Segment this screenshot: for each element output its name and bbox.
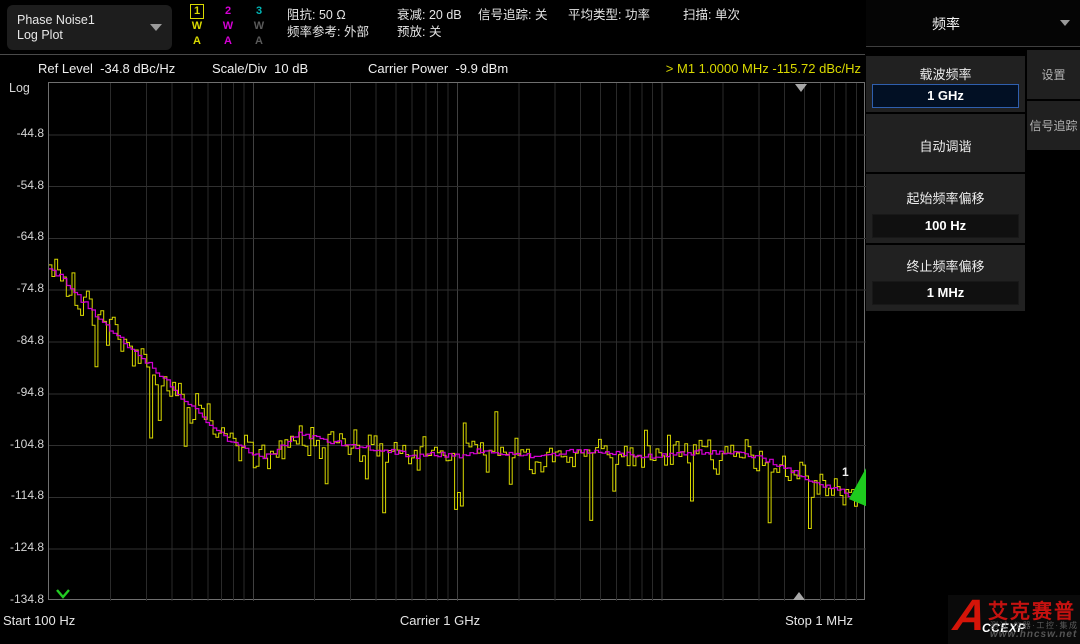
auto-tune-button[interactable]: 自动调谐 bbox=[866, 114, 1025, 172]
side-panel-header[interactable]: 频率 bbox=[866, 0, 1080, 47]
chevron-down-icon bbox=[150, 24, 162, 31]
svg-text:1: 1 bbox=[842, 465, 849, 479]
trace-3-number: 3 bbox=[256, 4, 262, 19]
trace-1-number: 1 bbox=[190, 4, 204, 19]
trace-2-average: A bbox=[224, 34, 232, 49]
y-tick-label: -54.8 bbox=[0, 178, 44, 192]
trace-2-indicator[interactable]: 2 W A bbox=[219, 4, 237, 49]
trace-2-detector: W bbox=[223, 19, 233, 34]
carrier-power-label: Carrier Power -9.9 dBm bbox=[368, 61, 508, 76]
stop-offset-label: 终止频率偏移 bbox=[866, 256, 1025, 275]
app-window: Phase Noise1 Log Plot 1 W A 2 W A 3 W A bbox=[0, 0, 1080, 644]
logo-url: www.hncsw.net bbox=[990, 629, 1077, 640]
plot-canvas: 1 bbox=[49, 83, 866, 601]
accexp-logo: A 艾克赛普 CCEXP 测试·仪器·工控·集成 www.hncsw.net bbox=[948, 595, 1080, 644]
auto-tune-label: 自动调谐 bbox=[866, 136, 1025, 155]
tab-signal-tracking[interactable]: 信号追踪 bbox=[1027, 101, 1080, 150]
trace-1-indicator[interactable]: 1 W A bbox=[188, 4, 206, 49]
setting-impedance: 阻抗: 50 Ω频率参考: 外部 bbox=[287, 7, 369, 41]
ref-level-label: Ref Level -34.8 dBc/Hz bbox=[38, 61, 175, 76]
marker-indicator-bottom-icon bbox=[793, 592, 805, 600]
tab-settings[interactable]: 设置 bbox=[1027, 50, 1080, 99]
trace-2-number: 2 bbox=[225, 4, 231, 19]
y-tick-label: -44.8 bbox=[0, 126, 44, 140]
y-tick-label: -134.8 bbox=[0, 592, 44, 606]
y-tick-label: -64.8 bbox=[0, 229, 44, 243]
scale-div-value: 10 dB bbox=[274, 61, 308, 76]
carrier-frequency-label: 载波频率 bbox=[866, 64, 1025, 83]
top-bar: Phase Noise1 Log Plot 1 W A 2 W A 3 W A bbox=[0, 0, 865, 55]
start-offset-field[interactable]: 100 Hz bbox=[872, 214, 1019, 238]
plot-header: Ref Level -34.8 dBc/Hz Scale/Div 10 dB C… bbox=[0, 61, 865, 80]
trace-1-average: A bbox=[193, 34, 201, 49]
measurement-mode: Log Plot bbox=[17, 28, 95, 43]
side-panel-title: 频率 bbox=[866, 14, 1026, 34]
x-carrier-label: Carrier 1 GHz bbox=[330, 613, 550, 628]
y-axis-ticks: -44.8 -54.8 -64.8 -74.8 -84.8 -94.8 -104.8 -114… bbox=[0, 82, 44, 600]
trace-3-average: A bbox=[255, 34, 263, 49]
plot-area: 1 bbox=[48, 82, 865, 600]
y-tick-label: -124.8 bbox=[0, 540, 44, 554]
start-offset-label: 起始频率偏移 bbox=[866, 188, 1025, 207]
ref-level-value: -34.8 dBc/Hz bbox=[100, 61, 175, 76]
trace-3-detector: W bbox=[254, 19, 264, 34]
measurement-selector[interactable]: Phase Noise1 Log Plot bbox=[7, 5, 172, 50]
y-tick-label: -104.8 bbox=[0, 437, 44, 451]
x-stop-label: Stop 1 MHz bbox=[785, 613, 853, 628]
measurement-name: Phase Noise1 bbox=[17, 13, 95, 28]
marker-readout: > M1 1.0000 MHz -115.72 dBc/Hz bbox=[666, 61, 861, 76]
trace-1-detector: W bbox=[192, 19, 202, 34]
setting-sweep: 扫描: 单次 bbox=[683, 7, 740, 24]
stop-offset-field[interactable]: 1 MHz bbox=[872, 281, 1019, 305]
y-tick-label: -94.8 bbox=[0, 385, 44, 399]
trace-legend: 1 W A 2 W A 3 W A bbox=[188, 4, 268, 49]
y-tick-label: -114.8 bbox=[0, 488, 44, 502]
y-tick-label: -74.8 bbox=[0, 281, 44, 295]
marker-indicator-top-icon bbox=[795, 84, 807, 92]
sweep-indicator-icon bbox=[56, 589, 70, 599]
setting-signal-track: 信号追踪: 关 bbox=[478, 7, 547, 24]
carrier-power-value: -9.9 dBm bbox=[455, 61, 508, 76]
x-start-label: Start 100 Hz bbox=[3, 613, 75, 628]
carrier-frequency-field[interactable]: 1 GHz bbox=[872, 84, 1019, 108]
setting-attenuation: 衰减: 20 dB预放: 关 bbox=[397, 7, 462, 41]
setting-average-type: 平均类型: 功率 bbox=[568, 7, 650, 24]
trace-3-indicator[interactable]: 3 W A bbox=[250, 4, 268, 49]
x-axis-labels: Start 100 Hz Carrier 1 GHz Stop 1 MHz bbox=[0, 613, 865, 633]
scale-div-label: Scale/Div 10 dB bbox=[212, 61, 308, 76]
chevron-down-icon bbox=[1060, 20, 1070, 26]
y-tick-label: -84.8 bbox=[0, 333, 44, 347]
